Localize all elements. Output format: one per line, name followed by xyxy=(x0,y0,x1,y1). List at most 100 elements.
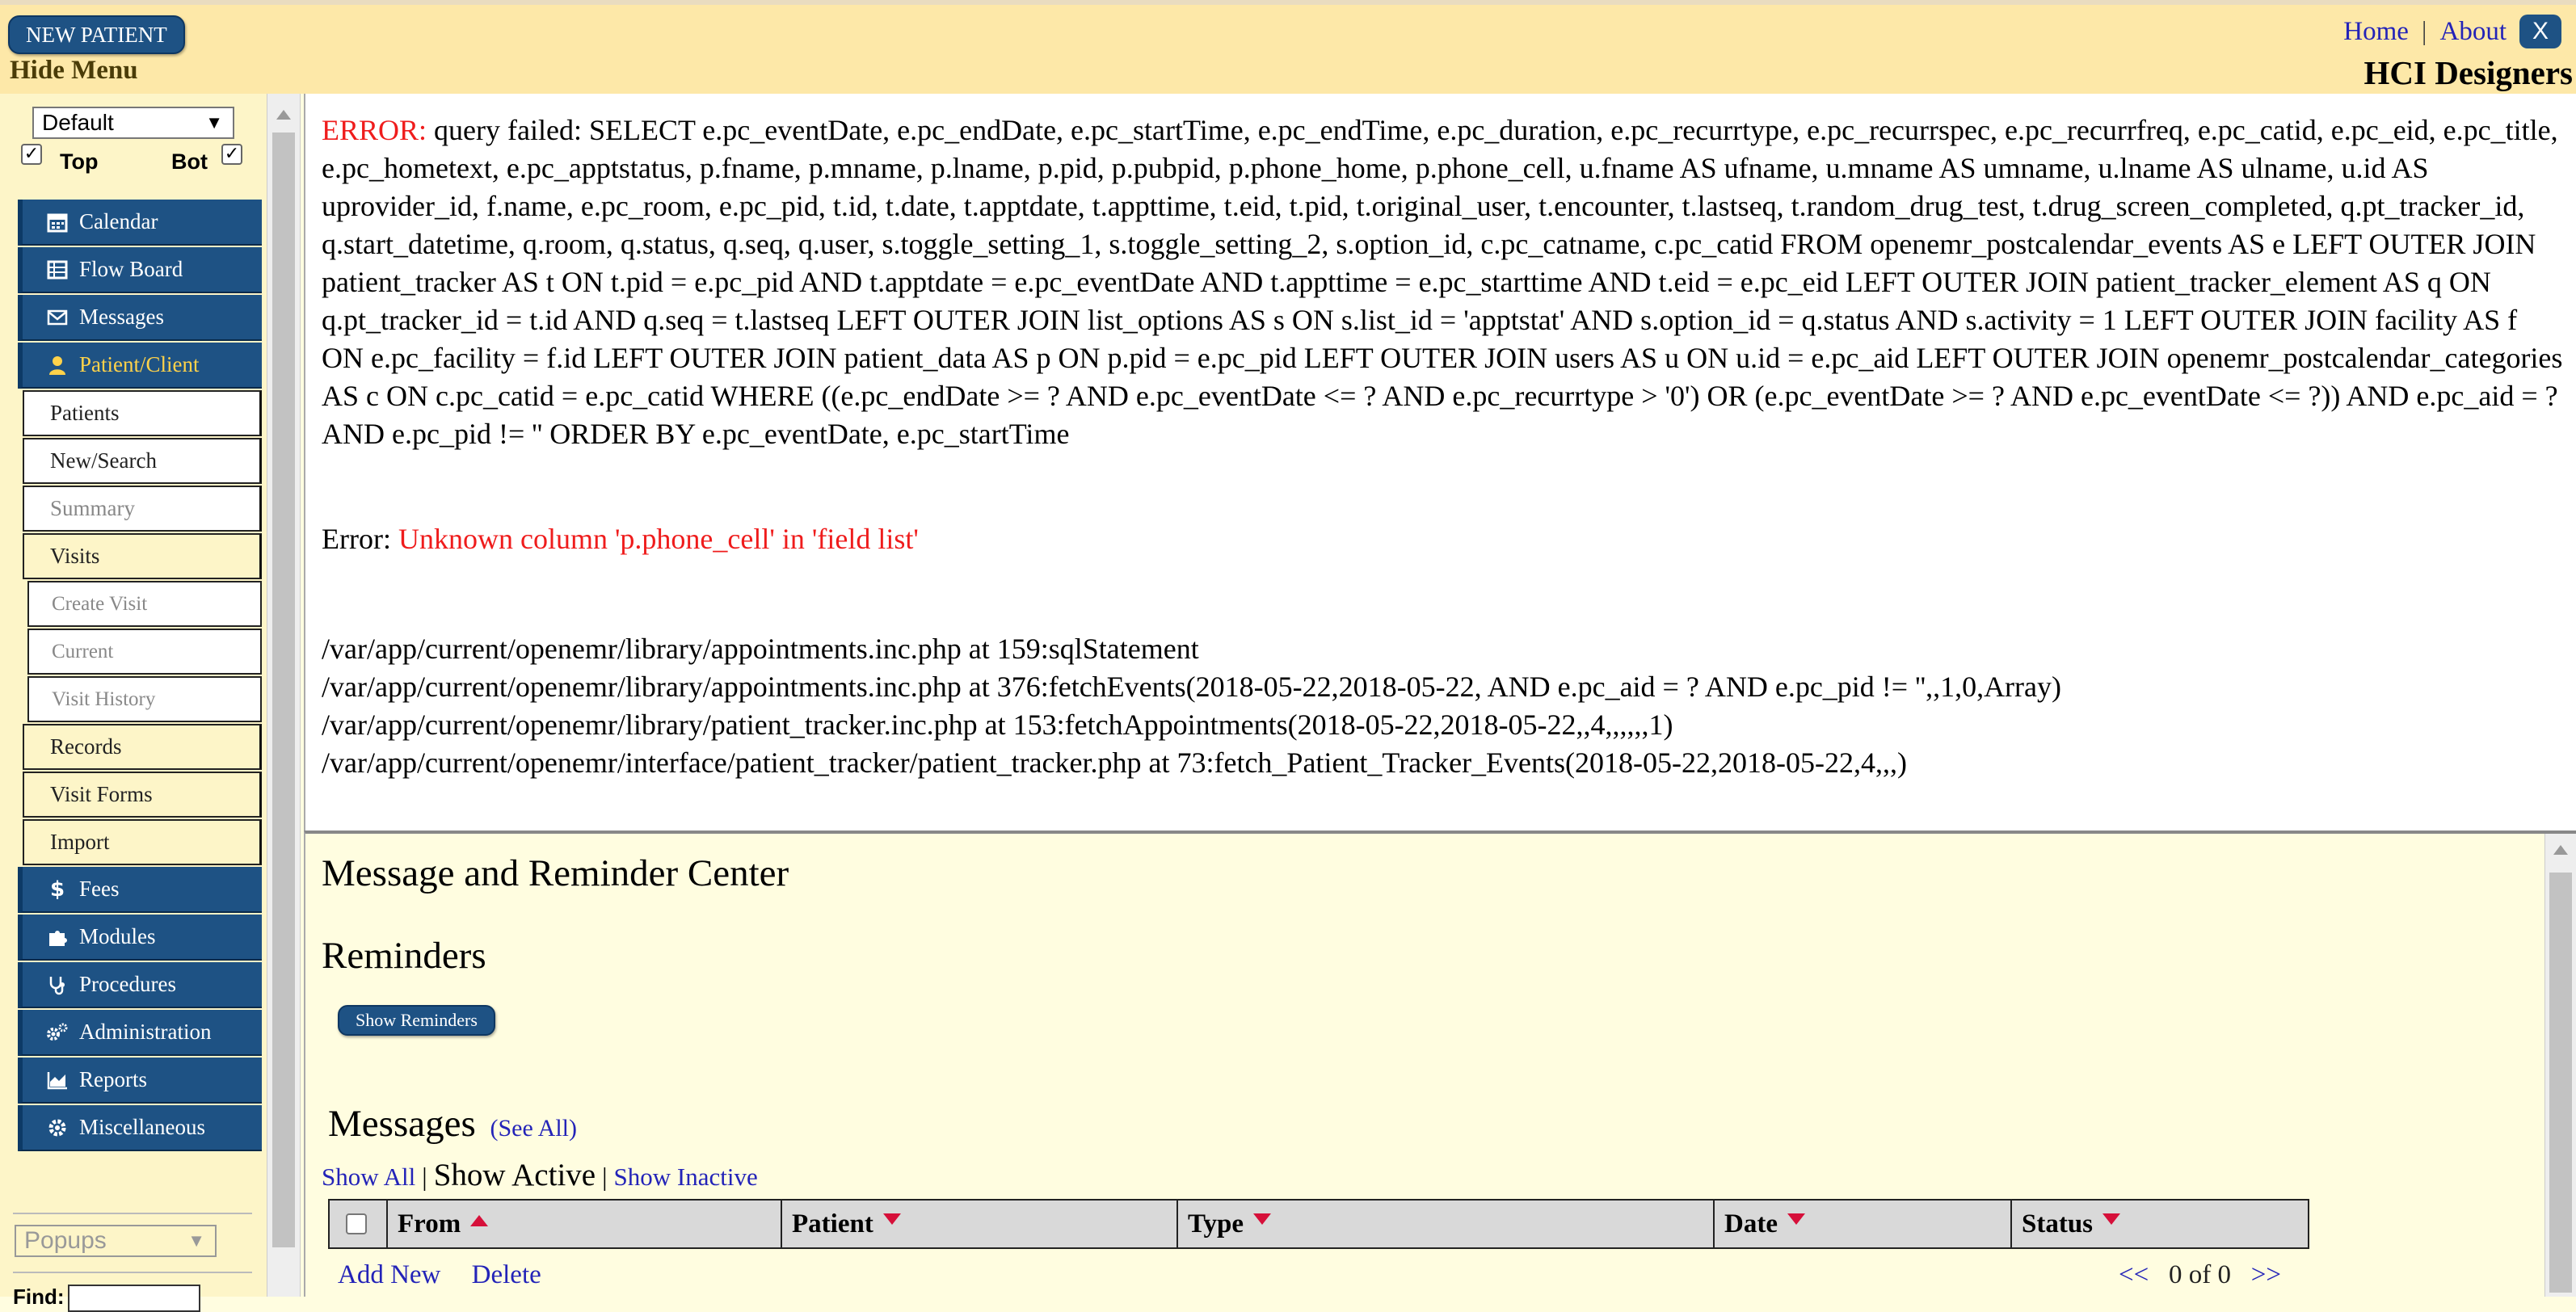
message-actions: Add New Delete xyxy=(338,1260,566,1290)
sidebar-scrollbar[interactable] xyxy=(267,94,301,1297)
close-button[interactable]: X xyxy=(2519,15,2561,48)
error-label: ERROR: xyxy=(322,114,427,146)
menu-create-visit[interactable]: Create Visit xyxy=(27,581,262,627)
trace-line: /var/app/current/openemr/library/patient… xyxy=(322,709,1673,741)
filter-separator: | xyxy=(602,1162,608,1191)
error-frame: ERROR: query failed: SELECT e.pc_eventDa… xyxy=(304,94,2576,831)
flow-board-icon xyxy=(45,259,69,280)
column-from[interactable]: From xyxy=(388,1201,782,1247)
message-filters: Show All | Show Active | Show Inactive xyxy=(322,1157,758,1193)
show-reminders-button[interactable]: Show Reminders xyxy=(338,1005,495,1036)
pager-prev[interactable]: << xyxy=(2119,1260,2149,1289)
popups-select-value: Popups xyxy=(24,1227,107,1254)
sort-ascending-icon[interactable] xyxy=(470,1215,489,1226)
menu-miscellaneous[interactable]: Miscellaneous xyxy=(18,1105,262,1151)
menu-messages[interactable]: Messages xyxy=(18,295,262,341)
reminders-title: Reminders xyxy=(322,935,486,977)
layout-select-value: Default xyxy=(42,110,114,135)
column-label: Status xyxy=(2022,1209,2094,1238)
menu-import[interactable]: Import xyxy=(23,819,262,865)
sort-descending-icon[interactable] xyxy=(1253,1213,1272,1225)
menu-label: Reports xyxy=(79,1067,147,1091)
see-all-link[interactable]: (See All) xyxy=(490,1115,577,1142)
messages-title: Messages xyxy=(328,1103,476,1145)
top-links: Home | About X xyxy=(2343,15,2561,48)
find-label: Find: xyxy=(13,1285,65,1309)
column-label: Patient xyxy=(792,1209,873,1238)
chart-icon xyxy=(45,1070,69,1091)
menu-label: Administration xyxy=(79,1020,212,1044)
sort-descending-icon[interactable] xyxy=(1787,1213,1805,1225)
brand-title: HCI Designers xyxy=(2363,54,2573,91)
menu-visit-history[interactable]: Visit History xyxy=(27,676,262,722)
menu-modules[interactable]: Modules xyxy=(18,915,262,961)
menu-patient-client[interactable]: Patient/Client xyxy=(18,343,262,389)
error-detail: Error: Unknown column 'p.phone_cell' in … xyxy=(322,522,919,556)
messages-heading: Messages (See All) xyxy=(328,1102,577,1146)
scroll-up-icon[interactable] xyxy=(276,110,291,120)
menu-label: Patient/Client xyxy=(79,352,200,376)
scroll-up-icon[interactable] xyxy=(2553,845,2568,855)
add-new-link[interactable]: Add New xyxy=(338,1260,440,1289)
menu-label: Visits xyxy=(50,544,100,568)
menu-visit-forms[interactable]: Visit Forms xyxy=(23,772,262,818)
column-label: From xyxy=(398,1209,461,1238)
scroll-thumb[interactable] xyxy=(2549,873,2572,1293)
menu-label: Import xyxy=(50,830,110,854)
message-scrollbar[interactable] xyxy=(2544,834,2576,1297)
trace-line: /var/app/current/openemr/library/appoint… xyxy=(322,671,2062,703)
menu-calendar[interactable]: Calendar xyxy=(18,200,262,246)
left-menu: Default ▼ ✓ Top Bot ✓ Calendar Flow Boar… xyxy=(0,94,267,1312)
select-all-checkbox[interactable] xyxy=(346,1213,367,1234)
bot-checkbox[interactable]: ✓ xyxy=(221,144,242,165)
menu-fees[interactable]: $ Fees xyxy=(18,867,262,913)
menu-reports[interactable]: Reports xyxy=(18,1058,262,1104)
menu-summary[interactable]: Summary xyxy=(23,486,262,532)
error-query: query failed: SELECT e.pc_eventDate, e.p… xyxy=(322,114,2563,450)
show-all-link[interactable]: Show All xyxy=(322,1163,415,1191)
menu-current[interactable]: Current xyxy=(27,629,262,675)
menu-label: Visit Forms xyxy=(50,782,153,806)
column-type[interactable]: Type xyxy=(1178,1201,1715,1247)
sort-descending-icon[interactable] xyxy=(2102,1213,2121,1225)
menu-label: Miscellaneous xyxy=(79,1115,205,1139)
column-date[interactable]: Date xyxy=(1715,1201,2012,1247)
menu-administration[interactable]: Administration xyxy=(18,1010,262,1056)
top-checkbox[interactable]: ✓ xyxy=(21,144,42,165)
menu-procedures[interactable]: Procedures xyxy=(18,962,262,1008)
top-label: Top xyxy=(60,149,99,174)
menu-label: New/Search xyxy=(50,448,157,473)
menu-label: Modules xyxy=(79,924,156,948)
delete-link[interactable]: Delete xyxy=(472,1260,541,1289)
menu-records[interactable]: Records xyxy=(23,724,262,770)
message-center-title: Message and Reminder Center xyxy=(322,852,789,894)
menu-patients[interactable]: Patients xyxy=(23,390,262,436)
menu-label: Flow Board xyxy=(79,257,183,281)
gear-icon xyxy=(45,1117,69,1138)
sort-descending-icon[interactable] xyxy=(882,1213,901,1225)
menu-label: Calendar xyxy=(79,209,158,233)
layout-select[interactable]: Default ▼ xyxy=(32,107,234,139)
user-icon xyxy=(45,355,69,376)
hide-menu-link[interactable]: Hide Menu xyxy=(10,56,138,86)
menu-visits[interactable]: Visits xyxy=(23,533,262,579)
error-detail-label: Error: xyxy=(322,523,391,555)
dollar-icon: $ xyxy=(49,877,65,902)
home-link[interactable]: Home xyxy=(2343,17,2409,47)
show-inactive-link[interactable]: Show Inactive xyxy=(614,1163,758,1191)
envelope-icon xyxy=(45,307,69,328)
find-input[interactable] xyxy=(68,1285,200,1312)
new-patient-button[interactable]: NEW PATIENT xyxy=(8,15,185,54)
column-patient[interactable]: Patient xyxy=(782,1201,1178,1247)
scroll-thumb[interactable] xyxy=(272,132,295,1247)
menu-new-search[interactable]: New/Search xyxy=(23,438,262,484)
gears-icon xyxy=(45,1022,69,1043)
stack-trace: /var/app/current/openemr/library/appoint… xyxy=(322,630,2061,782)
show-active-label: Show Active xyxy=(433,1158,596,1192)
column-status[interactable]: Status xyxy=(2012,1201,2308,1247)
about-link[interactable]: About xyxy=(2440,17,2507,47)
pager-next[interactable]: >> xyxy=(2251,1260,2281,1289)
menu-flow-board[interactable]: Flow Board xyxy=(18,247,262,293)
trace-line: /var/app/current/openemr/interface/patie… xyxy=(322,746,1907,779)
popups-select[interactable]: Popups ▼ xyxy=(15,1225,217,1257)
